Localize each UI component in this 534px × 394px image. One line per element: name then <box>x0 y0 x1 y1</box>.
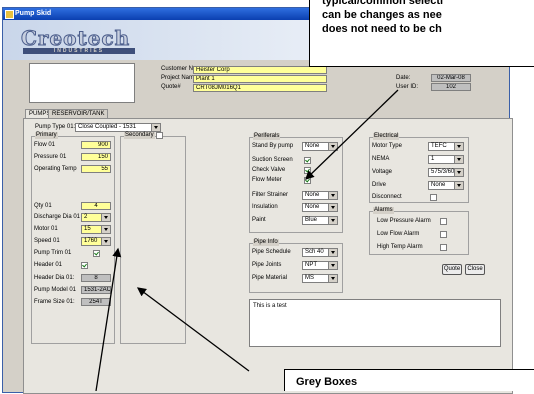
arrow-to-speed <box>95 247 122 391</box>
arrow-to-pump-model <box>136 287 250 372</box>
annotation-arrows <box>95 89 399 391</box>
arrow-to-checkboxes <box>305 89 399 180</box>
